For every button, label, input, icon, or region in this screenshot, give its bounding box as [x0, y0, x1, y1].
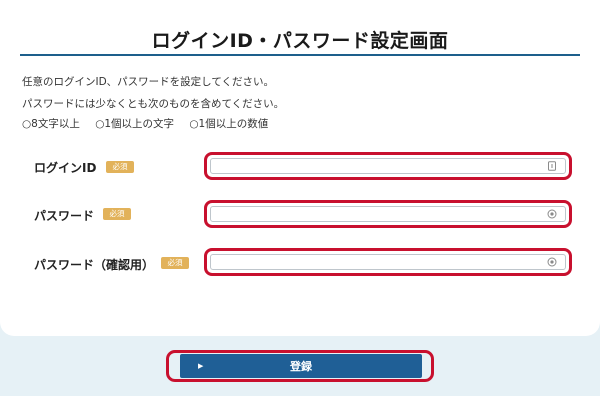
password-input[interactable] [215, 207, 535, 221]
requirement-letter: ○1個以上の文字 [95, 118, 175, 130]
settings-card: ログインID・パスワード設定画面 任意のログインID、パスワードを設定してくださ… [0, 0, 600, 336]
password-requirements: ○8文字以上 ○1個以上の文字 ○1個以上の数値 [22, 116, 280, 131]
requirement-min-length: ○8文字以上 [22, 118, 80, 130]
password-confirm-label: パスワード（確認用） [34, 258, 155, 272]
password-confirm-input[interactable] [215, 255, 535, 269]
register-button[interactable]: ▶ 登録 [180, 354, 422, 378]
login-id-label: ログインID [34, 161, 97, 175]
login-id-input[interactable] [215, 159, 535, 173]
eye-icon[interactable] [547, 209, 557, 219]
requirement-number: ○1個以上の数値 [189, 118, 269, 130]
password-input-box [210, 206, 566, 222]
password-field-highlight [204, 200, 572, 228]
password-label: パスワード [34, 209, 95, 223]
required-badge: 必須 [103, 208, 131, 220]
login-id-field-highlight [204, 152, 572, 180]
password-confirm-input-box [210, 254, 566, 270]
title-divider [20, 54, 580, 56]
required-badge: 必須 [161, 257, 189, 269]
intro-text-2: パスワードには少なくとも次のものを含めてください。 [22, 98, 285, 110]
login-id-input-box [210, 158, 566, 174]
page-title: ログインID・パスワード設定画面 [151, 30, 449, 52]
intro-text-1: 任意のログインID、パスワードを設定してください。 [22, 76, 275, 88]
id-card-icon[interactable] [547, 161, 557, 171]
required-badge: 必須 [106, 161, 134, 173]
eye-icon[interactable] [547, 257, 557, 267]
password-confirm-field-highlight [204, 248, 572, 276]
arrow-right-icon: ▶ [198, 362, 204, 370]
register-button-label: 登録 [290, 360, 312, 373]
